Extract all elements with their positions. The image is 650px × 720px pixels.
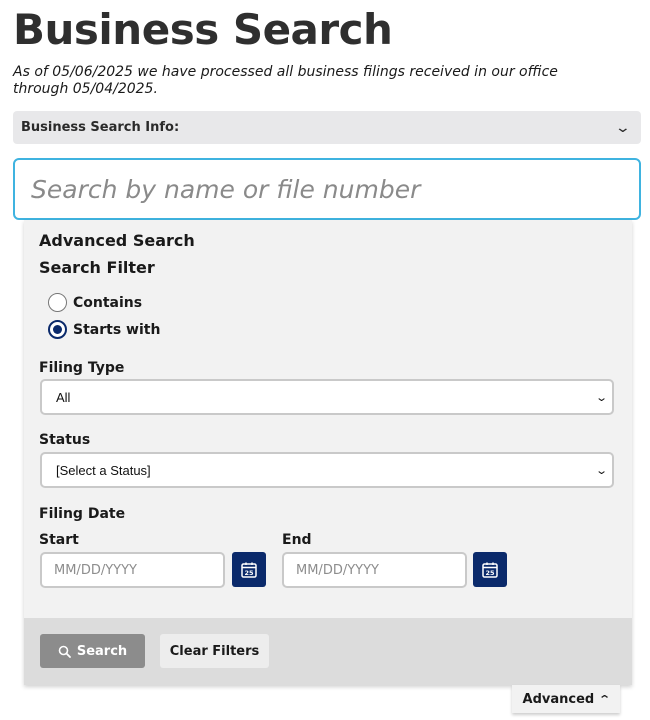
radio-contains[interactable] bbox=[48, 293, 67, 312]
radio-selected-dot bbox=[53, 325, 62, 334]
chevron-up-icon: ⌃ bbox=[598, 692, 612, 706]
search-input[interactable] bbox=[13, 158, 641, 220]
end-date-input[interactable] bbox=[282, 552, 467, 588]
radio-starts-with[interactable] bbox=[48, 320, 67, 339]
advanced-search-panel: Advanced Search Search Filter Contains S… bbox=[24, 220, 632, 685]
filter-option-label: Starts with bbox=[73, 321, 161, 338]
chevron-down-icon: ⌄ bbox=[594, 390, 608, 404]
page-title: Business Search bbox=[13, 5, 393, 54]
advanced-toggle-label: Advanced bbox=[522, 691, 595, 707]
business-search-info-label: Business Search Info: bbox=[21, 120, 180, 135]
search-button[interactable]: Search bbox=[40, 634, 145, 668]
business-search-info-toggle[interactable]: Business Search Info: ⌄ bbox=[13, 111, 641, 144]
clear-filters-label: Clear Filters bbox=[169, 643, 260, 659]
filter-option-label: Contains bbox=[73, 294, 143, 311]
filter-option-starts-with[interactable]: Starts with bbox=[48, 320, 160, 339]
clear-filters-button[interactable]: Clear Filters bbox=[160, 634, 269, 668]
calendar-icon: 25 bbox=[241, 562, 257, 578]
filing-type-label: Filing Type bbox=[39, 360, 125, 376]
filing-date-label: Filing Date bbox=[39, 506, 126, 522]
search-filter-heading: Search Filter bbox=[39, 258, 155, 277]
status-label: Status bbox=[39, 432, 91, 448]
status-select[interactable]: [Select a Status] ⌄ bbox=[40, 452, 614, 488]
chevron-down-icon: ⌄ bbox=[614, 119, 632, 136]
page-subtitle: As of 05/06/2025 we have processed all b… bbox=[13, 64, 558, 97]
filing-type-value: All bbox=[56, 389, 71, 405]
chevron-down-icon: ⌄ bbox=[594, 463, 608, 477]
calendar-day-text: 25 bbox=[485, 569, 495, 577]
end-date-label: End bbox=[282, 532, 312, 548]
start-date-calendar-button[interactable]: 25 bbox=[232, 552, 266, 587]
end-date-calendar-button[interactable]: 25 bbox=[473, 552, 507, 587]
calendar-day-text: 25 bbox=[244, 569, 254, 577]
advanced-toggle-button[interactable]: Advanced ⌃ bbox=[512, 685, 620, 713]
start-date-input[interactable] bbox=[40, 552, 225, 588]
calendar-icon: 25 bbox=[482, 562, 498, 578]
search-button-label: Search bbox=[76, 643, 128, 659]
search-icon bbox=[58, 645, 71, 658]
start-date-label: Start bbox=[39, 532, 79, 548]
filter-option-contains[interactable]: Contains bbox=[48, 293, 142, 312]
advanced-search-heading: Advanced Search bbox=[39, 231, 195, 250]
filing-type-select[interactable]: All ⌄ bbox=[40, 379, 614, 415]
panel-footer: Search Clear Filters bbox=[24, 618, 632, 685]
status-value: [Select a Status] bbox=[56, 462, 151, 478]
